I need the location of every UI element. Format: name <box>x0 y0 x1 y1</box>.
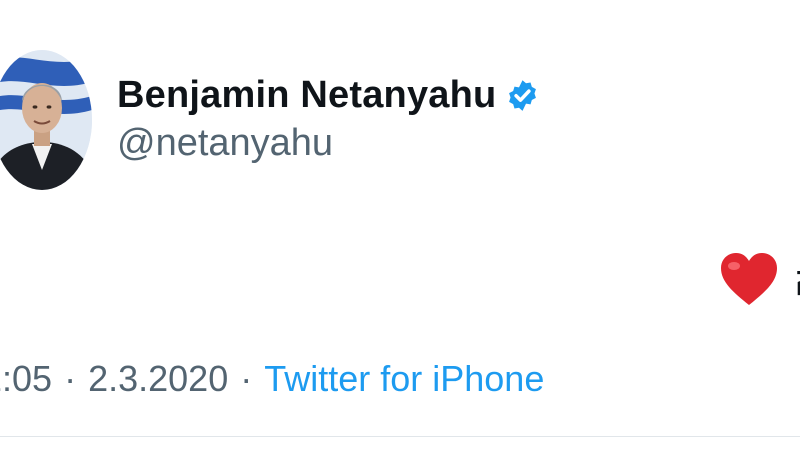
avatar[interactable] <box>0 50 92 190</box>
profile-photo-icon <box>0 50 92 190</box>
red-heart-icon <box>719 252 779 308</box>
divider <box>0 436 800 437</box>
tweet-time[interactable]: 2:05 <box>0 358 52 400</box>
tweet-source-link[interactable]: Twitter for iPhone <box>264 358 544 400</box>
tweet-date[interactable]: 2.3.2020 <box>88 358 228 400</box>
tweet-text: ה <box>719 252 800 308</box>
author-name-row[interactable]: Benjamin Netanyahu <box>117 74 540 117</box>
author-handle[interactable]: @netanyahu <box>117 122 333 165</box>
tweet-text-content: ה <box>793 255 800 306</box>
author-display-name[interactable]: Benjamin Netanyahu <box>117 74 496 117</box>
tweet-card: Benjamin Netanyahu @netanyahu ה 2:05 · 2… <box>0 0 800 450</box>
meta-separator: · <box>240 358 253 399</box>
verified-badge-icon <box>505 78 540 113</box>
tweet-meta: 2:05 · 2.3.2020 · Twitter for iPhone <box>0 358 544 400</box>
meta-separator: · <box>64 358 77 399</box>
